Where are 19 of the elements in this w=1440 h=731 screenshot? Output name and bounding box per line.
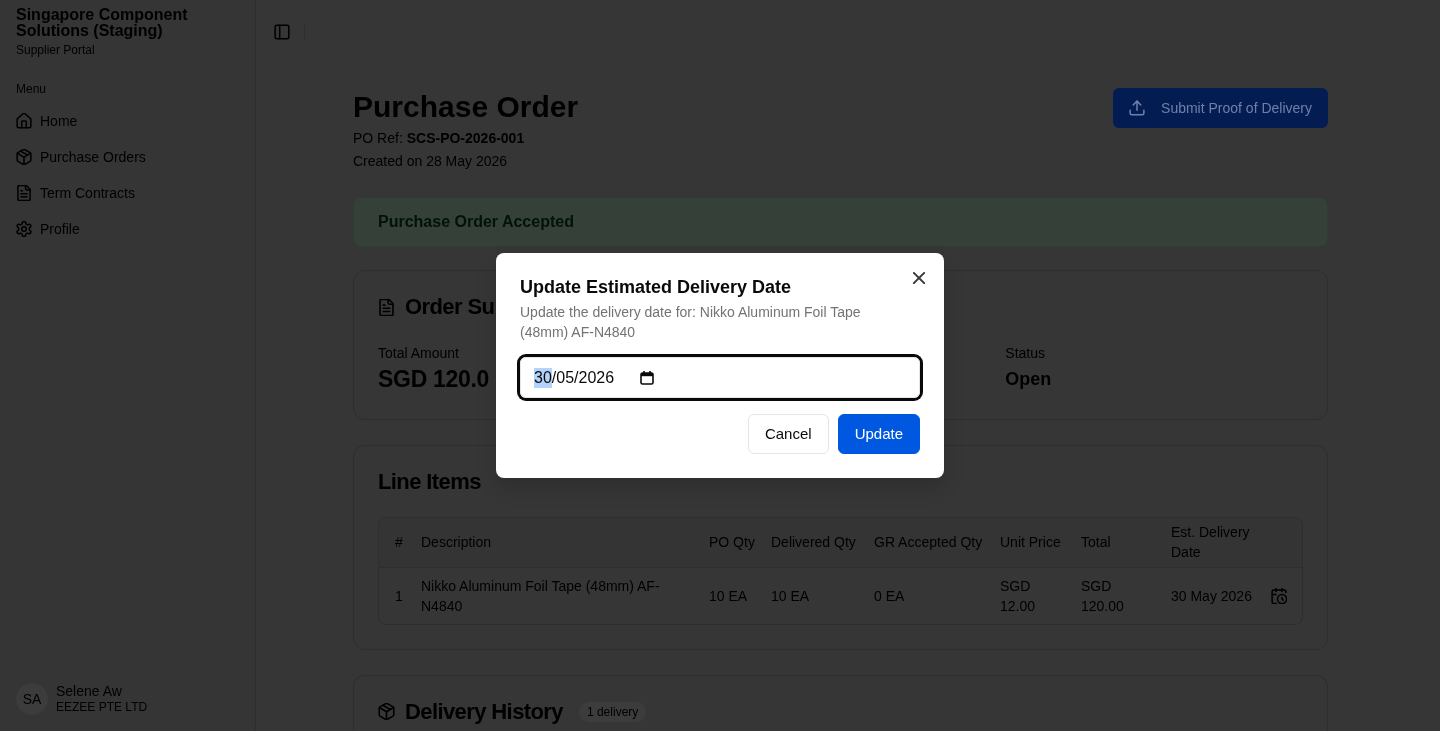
home-icon <box>16 113 32 129</box>
document-icon <box>16 185 32 201</box>
sidebar-toggle-icon[interactable] <box>274 24 290 40</box>
upload-icon <box>1129 100 1146 116</box>
delivery-count-badge: 1 delivery <box>578 701 647 722</box>
dialog-description: Update the delivery date for: Nikko Aluminum Foil Tape (48mm) AF-N4840 <box>520 303 862 342</box>
column-header: # <box>379 518 413 567</box>
gear-icon <box>16 221 32 237</box>
document-icon <box>378 298 395 316</box>
submit-proof-button[interactable]: Submit Proof of Delivery <box>1113 88 1328 128</box>
box-icon <box>16 149 32 165</box>
calendar-icon[interactable] <box>640 370 655 385</box>
close-icon[interactable] <box>913 272 925 284</box>
dialog-button[interactable]: Update <box>837 414 920 454</box>
dialog-title: Update Estimated Delivery Date <box>520 277 793 297</box>
user-avatar[interactable]: SA <box>16 683 48 715</box>
dialog-button[interactable]: Cancel <box>747 414 829 454</box>
box-icon <box>378 703 395 720</box>
date-field[interactable]: 30/05/2026 <box>520 357 920 398</box>
